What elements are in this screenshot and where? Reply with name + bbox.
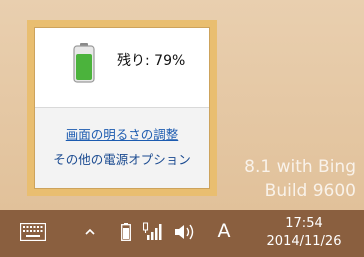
battery-flyout-panel: 残り: 79% 画面の明るさの調整 その他の電源オプション (34, 27, 210, 189)
speaker-icon (175, 224, 194, 240)
network-tray-button[interactable] (143, 221, 165, 243)
chevron-up-icon (85, 228, 95, 235)
mobile-network-icon (143, 222, 162, 240)
keyboard-icon (20, 223, 46, 241)
flyout-links-area (35, 108, 209, 188)
os-watermark-build: Build 9600 (264, 181, 356, 201)
taskbar-clock[interactable]: 17:54 2014/11/26 (246, 215, 362, 251)
clock-date: 2014/11/26 (266, 234, 342, 249)
touch-keyboard-button[interactable] (20, 223, 46, 241)
ime-mode-indicator[interactable]: A (214, 218, 234, 244)
clock-time: 17:54 (285, 216, 323, 231)
show-hidden-icons-button[interactable] (83, 222, 97, 242)
flyout-divider (35, 107, 209, 108)
volume-tray-button[interactable] (174, 221, 196, 243)
battery-remaining-text: 残り: 79% (117, 53, 186, 69)
os-watermark-edition: 8.1 with Bing (244, 157, 356, 177)
battery-flyout: 残り: 79% 画面の明るさの調整 その他の電源オプション (27, 20, 217, 196)
taskbar: A 17:54 2014/11/26 (0, 210, 364, 257)
battery-icon (73, 43, 95, 83)
adjust-brightness-link[interactable]: 画面の明るさの調整 (35, 124, 209, 143)
battery-tray-button[interactable] (121, 222, 131, 242)
more-power-options-link[interactable]: その他の電源オプション (35, 149, 209, 168)
battery-tray-icon (121, 223, 131, 241)
